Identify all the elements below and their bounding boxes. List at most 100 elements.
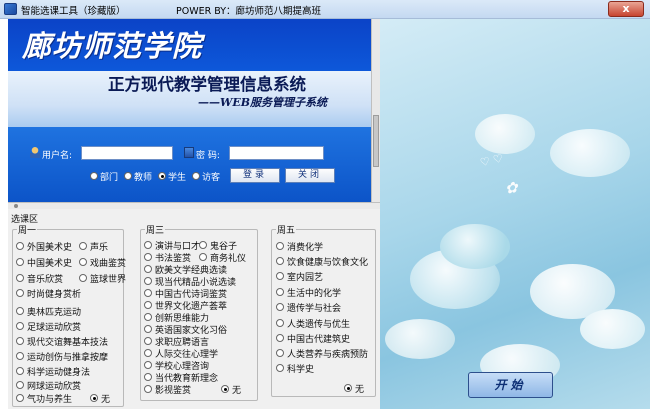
radio-icon[interactable] xyxy=(144,265,152,273)
radio-icon[interactable] xyxy=(16,352,24,360)
course-option[interactable]: 篮球世界 xyxy=(79,272,126,285)
course-option[interactable]: 音乐欣赏 xyxy=(16,272,63,285)
course-option-none[interactable]: 无 xyxy=(221,383,241,396)
window-close-button[interactable]: x xyxy=(608,1,644,17)
radio-icon[interactable] xyxy=(199,241,207,249)
course-option[interactable]: 书法鉴赏 xyxy=(144,251,191,264)
course-option[interactable]: 求职应聘语言 xyxy=(144,335,209,348)
radio-icon[interactable] xyxy=(276,272,284,280)
course-option[interactable]: 声乐 xyxy=(79,240,108,253)
course-option[interactable]: 运动创伤与推拿按摩 xyxy=(16,350,108,363)
radio-icon[interactable] xyxy=(276,364,284,372)
radio-icon[interactable] xyxy=(199,253,207,261)
radio-icon[interactable] xyxy=(16,242,24,250)
course-option[interactable]: 饮食健康与饮食文化 xyxy=(276,255,368,268)
username-input[interactable] xyxy=(81,146,173,160)
course-option[interactable]: 中国古代建筑史 xyxy=(276,332,350,345)
radio-icon[interactable] xyxy=(144,289,152,297)
radio-icon[interactable] xyxy=(276,303,284,311)
radio-icon[interactable] xyxy=(276,257,284,265)
radio-icon[interactable] xyxy=(90,172,98,180)
course-option[interactable]: 奥林匹克运动 xyxy=(16,305,81,318)
radio-icon[interactable] xyxy=(124,172,132,180)
course-option[interactable]: 学校心理咨询 xyxy=(144,359,209,372)
radio-icon[interactable] xyxy=(16,307,24,315)
radio-icon[interactable] xyxy=(144,349,152,357)
radio-icon[interactable] xyxy=(192,172,200,180)
course-option[interactable]: 现当代精品小说选读 xyxy=(144,275,236,288)
radio-icon[interactable] xyxy=(144,373,152,381)
radio-selected-icon[interactable] xyxy=(344,384,352,392)
course-option[interactable]: 现代交谊舞基本技法 xyxy=(16,335,108,348)
radio-icon[interactable] xyxy=(144,325,152,333)
role-option-student[interactable]: 学生 xyxy=(158,170,186,183)
radio-icon[interactable] xyxy=(144,301,152,309)
course-option[interactable]: 当代教育新理念 xyxy=(144,371,218,384)
scrollbar-thumb[interactable] xyxy=(373,115,379,167)
radio-icon[interactable] xyxy=(16,322,24,330)
course-option[interactable]: 气功与养生 xyxy=(16,392,72,405)
horizontal-scrollbar[interactable] xyxy=(8,202,380,209)
course-option[interactable]: 鬼谷子 xyxy=(199,239,237,252)
role-option-department[interactable]: 部门 xyxy=(90,170,118,183)
course-option[interactable]: 人类遗传与优生 xyxy=(276,317,350,330)
role-option-teacher[interactable]: 教师 xyxy=(124,170,152,183)
course-option[interactable]: 网球运动欣赏 xyxy=(16,379,81,392)
course-option[interactable]: 科学史 xyxy=(276,362,314,375)
scrollbar-thumb[interactable] xyxy=(14,204,18,208)
radio-selected-icon[interactable] xyxy=(221,385,229,393)
course-option[interactable]: 中国古代诗词鉴赏 xyxy=(144,287,227,300)
radio-icon[interactable] xyxy=(144,241,152,249)
radio-icon[interactable] xyxy=(144,253,152,261)
course-option[interactable]: 生活中的化学 xyxy=(276,286,341,299)
course-option[interactable]: 人类营养与疾病预防 xyxy=(276,347,368,360)
radio-icon[interactable] xyxy=(144,313,152,321)
role-option-visitor[interactable]: 访客 xyxy=(192,170,220,183)
course-option[interactable]: 中国美术史 xyxy=(16,256,72,269)
radio-icon[interactable] xyxy=(79,258,87,266)
password-input[interactable] xyxy=(229,146,324,160)
radio-icon[interactable] xyxy=(144,277,152,285)
close-button[interactable]: 关闭 xyxy=(285,168,335,183)
course-option[interactable]: 外国美术史 xyxy=(16,240,72,253)
course-option[interactable]: 世界文化遗产荟萃 xyxy=(144,299,227,312)
course-option[interactable]: 时尚健身赏析 xyxy=(16,287,81,300)
course-option-none[interactable]: 无 xyxy=(90,392,110,405)
radio-icon[interactable] xyxy=(16,394,24,402)
start-button[interactable]: 开始 xyxy=(468,372,553,398)
course-option[interactable]: 消费化学 xyxy=(276,240,323,253)
radio-icon[interactable] xyxy=(16,258,24,266)
radio-icon[interactable] xyxy=(79,242,87,250)
radio-icon[interactable] xyxy=(144,385,152,393)
radio-icon[interactable] xyxy=(16,381,24,389)
radio-icon[interactable] xyxy=(16,367,24,375)
radio-icon[interactable] xyxy=(144,337,152,345)
course-option[interactable]: 影视鉴赏 xyxy=(144,383,191,396)
course-option-none[interactable]: 无 xyxy=(344,382,364,395)
vertical-scrollbar[interactable] xyxy=(371,19,380,202)
radio-icon[interactable] xyxy=(276,319,284,327)
radio-selected-icon[interactable] xyxy=(158,172,166,180)
radio-icon[interactable] xyxy=(276,349,284,357)
radio-selected-icon[interactable] xyxy=(90,394,98,402)
radio-icon[interactable] xyxy=(276,334,284,342)
radio-icon[interactable] xyxy=(276,288,284,296)
course-option[interactable]: 足球运动欣赏 xyxy=(16,320,81,333)
course-option[interactable]: 科学运动健身法 xyxy=(16,365,90,378)
radio-icon[interactable] xyxy=(79,274,87,282)
radio-icon[interactable] xyxy=(16,289,24,297)
course-option[interactable]: 室内园艺 xyxy=(276,270,323,283)
login-button[interactable]: 登录 xyxy=(230,168,280,183)
radio-icon[interactable] xyxy=(276,242,284,250)
radio-icon[interactable] xyxy=(144,361,152,369)
radio-icon[interactable] xyxy=(16,337,24,345)
course-option[interactable]: 遗传学与社会 xyxy=(276,301,341,314)
course-option[interactable]: 戏曲鉴赏 xyxy=(79,256,126,269)
course-option[interactable]: 商务礼仪 xyxy=(199,251,246,264)
course-option[interactable]: 创新思维能力 xyxy=(144,311,209,324)
course-option[interactable]: 人际交往心理学 xyxy=(144,347,218,360)
course-option[interactable]: 英语国家文化习俗 xyxy=(144,323,227,336)
course-option[interactable]: 欧美文学经典选读 xyxy=(144,263,227,276)
radio-icon[interactable] xyxy=(16,274,24,282)
course-option[interactable]: 演讲与口才 xyxy=(144,239,200,252)
